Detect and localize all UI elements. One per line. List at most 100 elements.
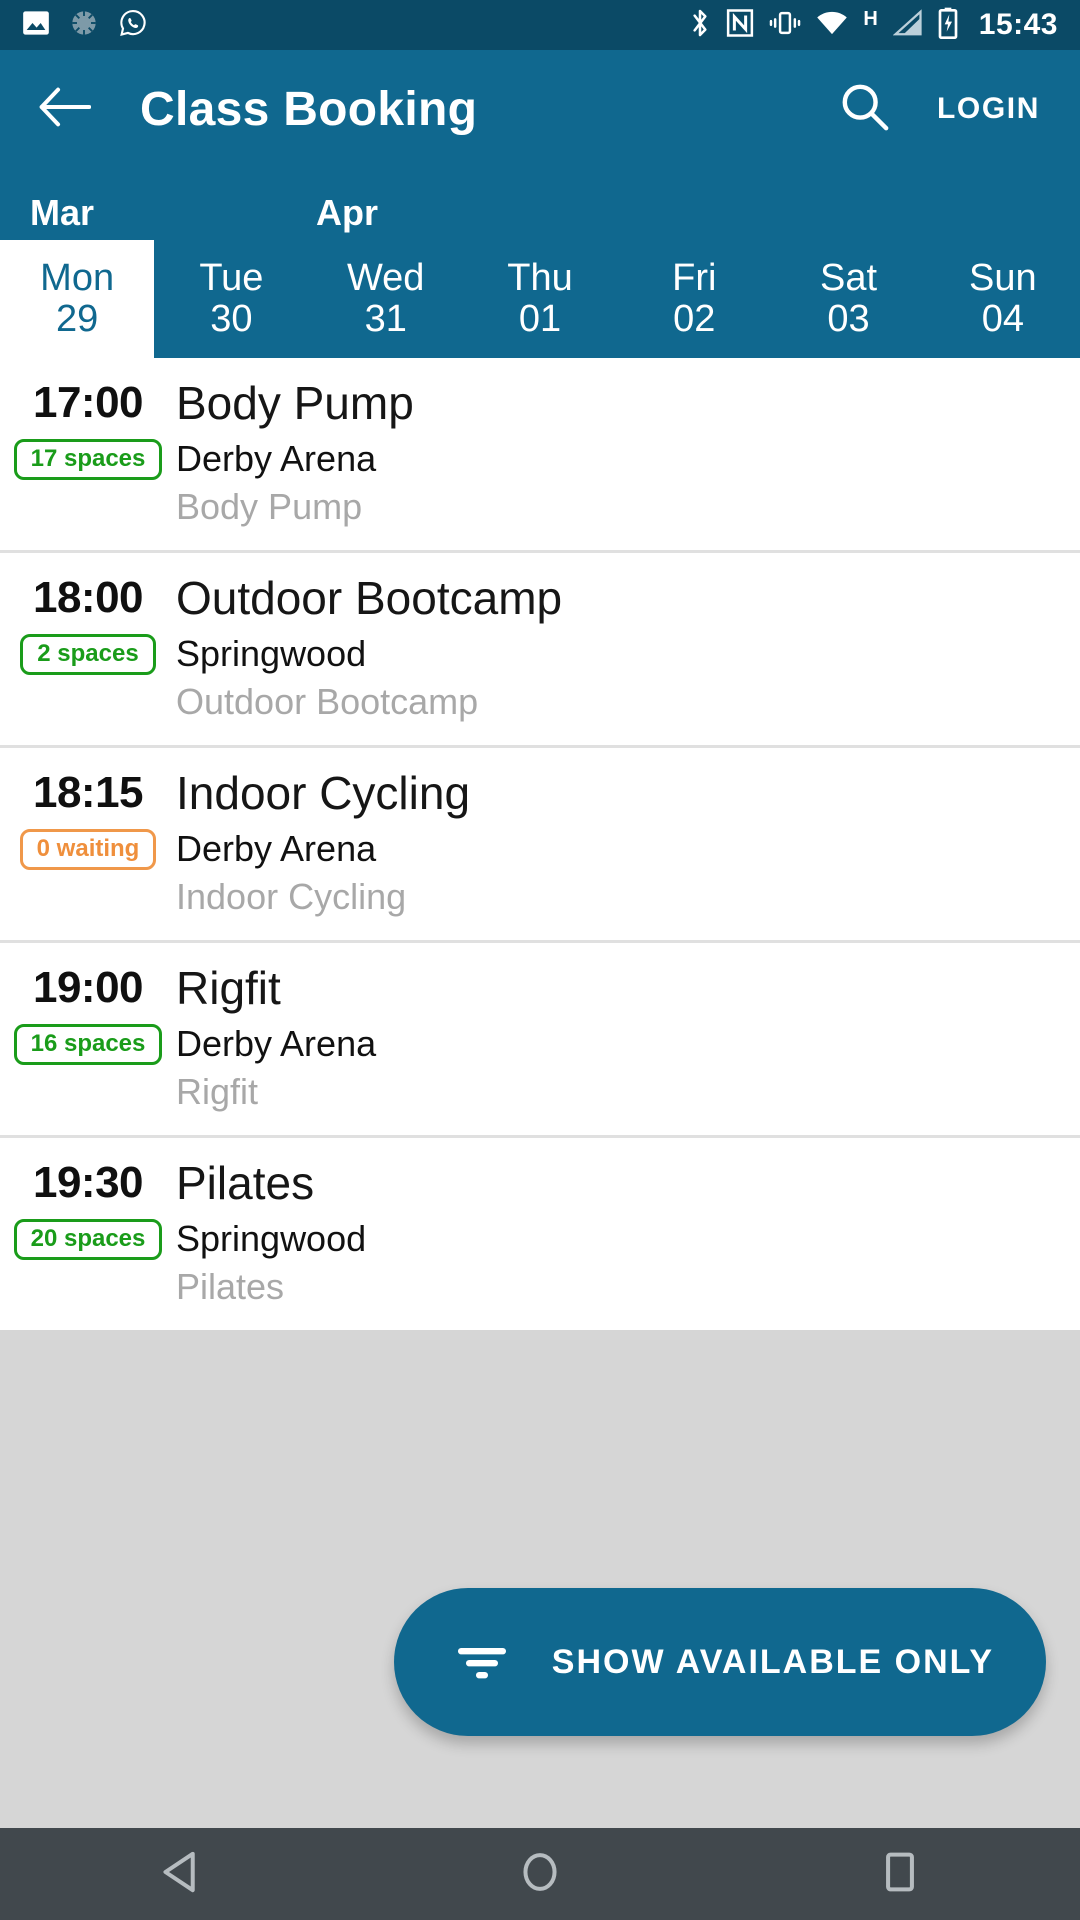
android-navigation-bar — [0, 1828, 1080, 1920]
day-tab-mon[interactable]: Mon 29 — [0, 240, 155, 358]
class-title: Indoor Cycling — [176, 767, 471, 819]
class-desc-spacer — [0, 1266, 176, 1308]
filter-icon — [456, 1640, 508, 1684]
class-row-secondary: 20 spaces Springwood — [0, 1218, 1080, 1260]
day-tab-date: 02 — [673, 298, 716, 340]
hspa-icon: H — [863, 9, 877, 41]
class-badge-cell: 20 spaces — [0, 1218, 176, 1260]
class-time: 18:00 — [32, 573, 144, 622]
class-title: Pilates — [176, 1157, 315, 1209]
month-strip: Mar Apr — [0, 168, 1080, 240]
list-empty-area: SHOW AVAILABLE ONLY — [0, 1330, 1080, 1828]
day-tab-dow: Sun — [969, 256, 1037, 299]
app-root: H 15:43 Class Booking LOGIN Mar Apr Mon … — [0, 0, 1080, 1920]
login-button[interactable]: LOGIN — [937, 92, 1046, 126]
day-tab-date: 29 — [56, 298, 99, 340]
class-description: Body Pump — [176, 486, 363, 527]
class-list-item[interactable]: 18:15 Indoor Cycling 0 waiting Derby Are… — [0, 748, 1080, 943]
search-button[interactable] — [837, 81, 893, 137]
class-row-secondary: 2 spaces Springwood — [0, 633, 1080, 675]
show-available-only-label: SHOW AVAILABLE ONLY — [551, 1642, 994, 1681]
battery-charging-icon — [938, 7, 958, 44]
day-tab-sat[interactable]: Sat 03 — [771, 240, 925, 358]
day-tab-thu[interactable]: Thu 01 — [463, 240, 617, 358]
day-tab-dow: Tue — [199, 256, 264, 299]
day-tab-date: 01 — [518, 298, 562, 340]
month-label-apr: Apr — [316, 192, 378, 233]
class-time: 17:00 — [32, 378, 144, 427]
whatsapp-icon — [118, 8, 148, 43]
status-bar-left-icons — [22, 8, 148, 43]
day-tab-dow: Wed — [346, 256, 425, 299]
triangle-back-icon — [160, 1850, 200, 1899]
class-row-secondary: 16 spaces Derby Arena — [0, 1023, 1080, 1065]
circle-dashed-icon — [70, 9, 98, 42]
class-list-item[interactable]: 19:00 Rigfit 16 spaces Derby Arena Rigfi… — [0, 943, 1080, 1138]
class-title: Body Pump — [176, 377, 414, 429]
class-venue: Springwood — [176, 633, 367, 674]
class-list: 17:00 Body Pump 17 spaces Derby Arena Bo… — [0, 358, 1080, 1330]
day-tab-date: 30 — [210, 298, 253, 340]
nav-recents-button[interactable] — [720, 1850, 1080, 1899]
class-time: 19:30 — [32, 1158, 144, 1207]
class-desc-spacer — [0, 486, 176, 528]
class-badge-cell: 16 spaces — [0, 1023, 176, 1065]
class-title: Rigfit — [176, 962, 281, 1014]
day-tab-dow: Fri — [672, 256, 717, 299]
class-venue: Derby Arena — [176, 828, 377, 869]
class-row-tertiary: Indoor Cycling — [0, 876, 1080, 918]
class-list-item[interactable]: 18:00 Outdoor Bootcamp 2 spaces Springwo… — [0, 553, 1080, 748]
class-row-secondary: 0 waiting Derby Arena — [0, 828, 1080, 870]
class-row-primary: 17:00 Body Pump — [0, 374, 1080, 430]
day-tab-date: 03 — [827, 298, 870, 340]
class-row-tertiary: Rigfit — [0, 1071, 1080, 1113]
hspa-label: H — [863, 8, 878, 30]
image-icon — [22, 10, 50, 41]
status-bar-right-icons: H 15:43 — [689, 7, 1058, 44]
signal-icon — [892, 8, 923, 42]
day-tab-strip: Mon 29 Tue 30 Wed 31 Thu 01 Fri 02 Sat 0… — [0, 240, 1080, 358]
day-tab-date: 04 — [981, 298, 1024, 340]
class-row-tertiary: Outdoor Bootcamp — [0, 681, 1080, 723]
class-description: Rigfit — [176, 1071, 259, 1112]
class-badge-cell: 2 spaces — [0, 633, 176, 675]
nav-back-button[interactable] — [0, 1850, 360, 1899]
month-label-mar: Mar — [30, 192, 95, 233]
app-bar: Class Booking LOGIN — [0, 50, 1080, 168]
class-list-item[interactable]: 19:30 Pilates 20 spaces Springwood Pilat… — [0, 1138, 1080, 1330]
class-row-secondary: 17 spaces Derby Arena — [0, 438, 1080, 480]
search-icon — [840, 82, 890, 137]
class-desc-spacer — [0, 876, 176, 918]
class-row-tertiary: Pilates — [0, 1266, 1080, 1308]
nav-home-button[interactable] — [360, 1850, 720, 1899]
status-bar-clock: 15:43 — [978, 8, 1058, 41]
day-tab-date: 31 — [364, 298, 407, 340]
day-tab-fri[interactable]: Fri 02 — [617, 240, 771, 358]
day-tab-sun[interactable]: Sun 04 — [926, 240, 1080, 358]
class-list-item[interactable]: 17:00 Body Pump 17 spaces Derby Arena Bo… — [0, 358, 1080, 553]
app-bar-actions: LOGIN — [837, 81, 1046, 137]
back-button[interactable] — [34, 78, 96, 140]
class-row-primary: 19:30 Pilates — [0, 1154, 1080, 1210]
day-tab-tue[interactable]: Tue 30 — [154, 240, 308, 358]
class-description: Outdoor Bootcamp — [176, 681, 479, 722]
status-badge: 2 spaces — [20, 633, 156, 675]
class-description: Indoor Cycling — [176, 876, 407, 917]
class-badge-cell: 0 waiting — [0, 828, 176, 870]
class-time: 18:15 — [32, 768, 144, 817]
class-row-primary: 18:00 Outdoor Bootcamp — [0, 569, 1080, 625]
status-badge: 17 spaces — [13, 438, 163, 480]
day-tab-wed[interactable]: Wed 31 — [309, 240, 463, 358]
class-desc-spacer — [0, 681, 176, 723]
status-bar: H 15:43 — [0, 0, 1080, 50]
nfc-icon — [726, 8, 754, 43]
status-badge: 16 spaces — [13, 1023, 163, 1065]
square-recents-icon — [883, 1850, 917, 1899]
class-venue: Derby Arena — [176, 438, 377, 479]
page-title: Class Booking — [140, 82, 478, 136]
back-arrow-icon — [39, 87, 92, 132]
class-row-primary: 19:00 Rigfit — [0, 959, 1080, 1015]
class-row-tertiary: Body Pump — [0, 486, 1080, 528]
day-tab-dow: Sat — [820, 256, 878, 299]
show-available-only-button[interactable]: SHOW AVAILABLE ONLY — [393, 1588, 1046, 1736]
